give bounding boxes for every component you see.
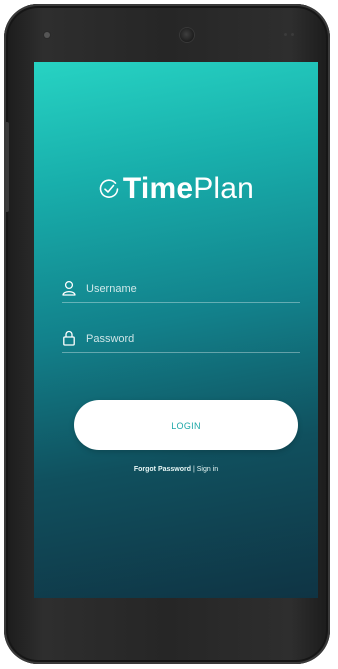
- forgot-password-link[interactable]: Forgot Password: [134, 466, 191, 473]
- account-links: Forgot Password | Sign in: [34, 466, 318, 473]
- user-icon: [62, 280, 76, 296]
- front-sensor: [44, 32, 50, 38]
- sign-in-link[interactable]: Sign in: [197, 466, 218, 473]
- lock-icon: [62, 330, 76, 346]
- username-input[interactable]: [86, 280, 296, 298]
- front-camera: [180, 28, 194, 42]
- proximity-sensors: [284, 33, 294, 36]
- username-field[interactable]: [62, 280, 300, 303]
- clock-check-icon: [98, 174, 120, 208]
- app-logo: TimePlan: [34, 172, 318, 208]
- logo-text-light: Plan: [193, 172, 255, 205]
- password-input[interactable]: [86, 330, 296, 348]
- side-button: [4, 122, 9, 212]
- logo-text-bold: Time: [122, 172, 194, 205]
- phone-frame: TimePlan LOGIN Forgot Password: [4, 4, 330, 664]
- password-field[interactable]: [62, 330, 300, 353]
- login-button[interactable]: LOGIN: [74, 400, 298, 450]
- app-screen: TimePlan LOGIN Forgot Password: [34, 62, 318, 598]
